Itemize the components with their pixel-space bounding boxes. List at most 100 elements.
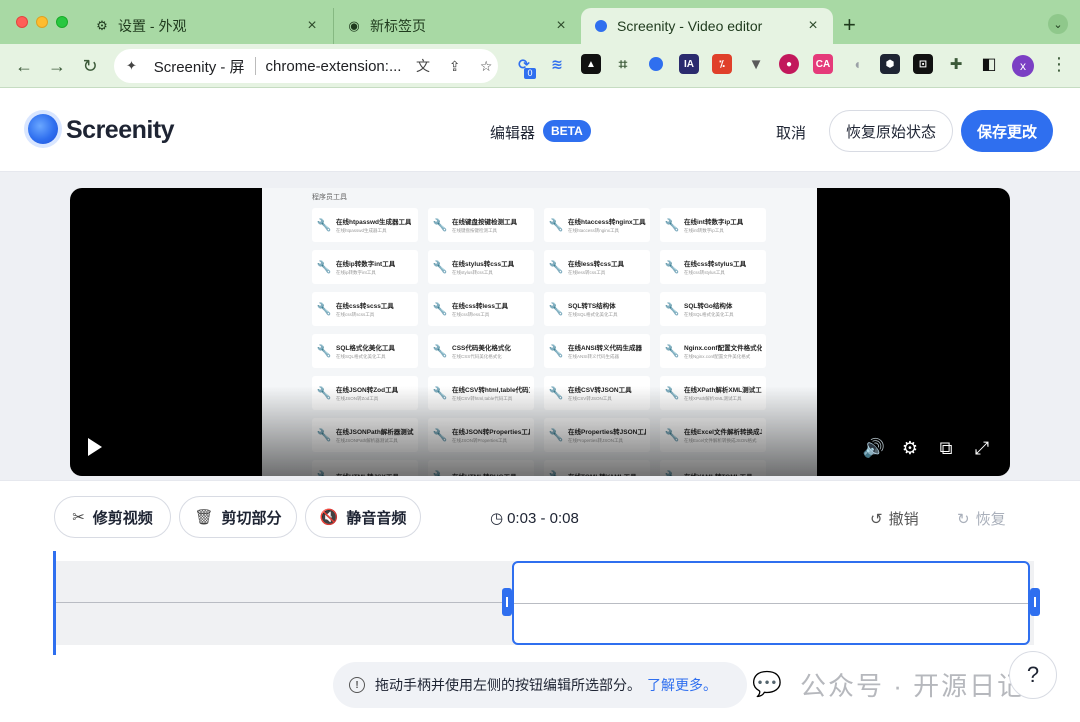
tool-card-subtitle: 在线htpasswd生成器工具 [336,228,387,233]
tool-card-text: SQL转Go结构体 在线SQL格式化美化工具 [684,300,734,318]
video-frame-tool-card: 🔧 在线键盘按键检测工具 在线键盘按键检测工具 [428,208,534,242]
video-player[interactable]: 程序员工具 🔧 在线htpasswd生成器工具 在线htpasswd生成器工具 🔧 在线… [70,188,1010,476]
video-frame-tool-card: 🔧 SQL格式化美化工具 在线SQL格式化美化工具 [312,334,418,368]
save-changes-button[interactable]: 保存更改 [961,110,1053,152]
extension-puzzle-icon[interactable]: ✚ [946,54,966,74]
wrench-icon: 🔧 [664,260,680,274]
learn-more-link[interactable]: 了解更多。 [647,675,717,695]
tool-card-title: Nginx.conf配置文件格式化 [684,345,762,352]
undo-button[interactable]: ↺ 撤销 [870,508,919,529]
bookmark-star-icon[interactable]: ☆ [474,58,498,75]
video-frame-tool-card: 🔧 Nginx.conf配置文件格式化 在线Nginx.conf配置文件美化格式 [660,334,766,368]
selection-start-handle[interactable] [502,588,512,616]
tab-close-icon[interactable]: × [304,17,320,35]
video-frame-tool-card: 🔧 SQL转Go结构体 在线SQL格式化美化工具 [660,292,766,326]
extension-hex-icon[interactable]: ⬢ [880,54,900,74]
tool-card-title: SQL格式化美化工具 [336,345,395,352]
wrench-icon: 🔧 [316,218,332,232]
timeline-selection[interactable] [512,561,1030,645]
extension-ca-icon[interactable]: CA [813,54,833,74]
forward-button[interactable]: → [45,54,69,78]
wrench-icon: 🔧 [432,344,448,358]
tool-card-text: 在线css转stylus工具 在线css转stylus工具 [684,258,746,276]
tab-search-button[interactable]: ⌄ [1048,14,1068,34]
tab-settings[interactable]: ⚙ 设置 - 外观 × [82,8,332,44]
new-tab-button[interactable]: + [843,12,856,38]
wechat-icon: 💬 [752,671,784,698]
window-zoom-button[interactable] [56,16,68,28]
wrench-icon: 🔧 [316,302,332,316]
chevron-down-icon: ⌄ [1053,18,1063,31]
help-button[interactable]: ? [1009,651,1057,699]
translate-icon[interactable]: 文 [411,56,435,76]
tool-card-subtitle: 在线ip转数字int工具 [336,270,376,275]
wrench-icon: 🔧 [432,302,448,316]
redo-button[interactable]: ↻ 恢复 [957,508,1006,529]
tool-card-subtitle: 在线stylus转css工具 [452,270,493,275]
extension-a-icon[interactable]: ▲ [581,54,601,74]
address-bar[interactable]: ✦ Screenity - 屏 chrome-extension:... 文 ⇪… [114,49,498,83]
video-frame-tool-card: 🔧 在线stylus转css工具 在线stylus转css工具 [428,250,534,284]
extension-color-icon[interactable]: ● [779,54,799,74]
trash-icon: 🗑 [194,509,214,526]
selection-end-handle[interactable] [1030,588,1040,616]
tool-card-subtitle: 在线SQL格式化美化工具 [568,312,618,317]
tool-card-text: 在线htaccess转nginx工具 在线htaccess转nginx工具 [568,216,646,234]
back-button[interactable]: ← [12,54,36,78]
extension-mouse-icon[interactable]: ◖ [847,54,867,74]
extension-sidebar-icon[interactable]: ◧ [979,54,999,74]
restore-original-button[interactable]: 恢复原始状态 [829,110,953,152]
extension-square-icon[interactable]: ⊡ [913,54,933,74]
extension-layers-icon[interactable]: ≋ [547,54,567,74]
watermark-text: 公众号 · 开源日记 [800,671,1026,701]
window-close-button[interactable] [16,16,28,28]
wrench-icon: 🔧 [664,302,680,316]
video-frame-tool-card: 🔧 在线ANSI转义代码生成器 在线ANSI转义代码生成器 [544,334,650,368]
cancel-button[interactable]: 取消 [776,122,806,143]
extension-screenity-icon[interactable] [646,54,666,74]
video-frame-heading: 程序员工具 [312,194,347,201]
wrench-icon: 🔧 [664,218,680,232]
tab-close-icon[interactable]: × [805,17,821,35]
tab-title: 新标签页 [370,18,426,34]
timeline-playhead[interactable] [53,551,56,655]
trim-video-button[interactable]: ✂ 修剪视频 [54,496,171,538]
tab-new-tab[interactable]: ◉ 新标签页 × [333,8,581,44]
cut-section-button[interactable]: 🗑 剪切部分 [179,496,297,538]
fullscreen-icon[interactable]: ⤢ [970,436,994,460]
address-bar-page-title: Screenity - 屏 [153,58,245,76]
wrench-icon: 🔧 [316,260,332,274]
video-frame-tool-card: 🔧 在线htpasswd生成器工具 在线htpasswd生成器工具 [312,208,418,242]
browser-menu-icon[interactable]: ⋮ [1050,54,1068,75]
help-hint: ! 拖动手柄并使用左侧的按钮编辑所选部分。 了解更多。 [333,662,747,708]
reload-button[interactable]: ↻ [78,54,102,78]
window-minimize-button[interactable] [36,16,48,28]
redo-label: 恢复 [975,511,1006,528]
wrench-icon: 🔧 [548,302,564,316]
tool-card-subtitle: 在线htaccess转nginx工具 [568,228,620,233]
watermark: 💬 公众号 · 开源日记 [752,666,1025,703]
profile-avatar[interactable]: x [1012,55,1034,77]
mute-audio-label: 静音音频 [346,509,407,527]
popout-icon[interactable]: ⧉ [934,436,958,460]
volume-icon[interactable]: 🔊 [862,436,886,460]
time-range-value: 0:03 - 0:08 [507,509,579,527]
tool-card-subtitle: 在线Nginx.conf配置文件美化格式 [684,354,751,359]
mute-audio-button[interactable]: 🔇 静音音频 [305,496,421,538]
extension-ia-icon[interactable]: IA [679,54,699,74]
tab-video-editor[interactable]: Screenity - Video editor × [581,8,833,44]
extension-translate-icon[interactable]: ⁒ [712,54,732,74]
settings-gear-icon[interactable]: ⚙ [898,436,922,460]
trim-video-label: 修剪视频 [92,509,153,527]
tool-card-text: Nginx.conf配置文件格式化 在线Nginx.conf配置文件美化格式 [684,342,762,360]
tool-card-subtitle: 在线less转css工具 [568,270,606,275]
tab-close-icon[interactable]: × [553,17,569,35]
wrench-icon: 🔧 [548,260,564,274]
share-icon[interactable]: ⇪ [443,58,467,75]
redo-icon: ↻ [957,510,970,528]
play-button[interactable] [88,438,102,456]
undo-icon: ↺ [870,510,883,528]
app-header: Screenity 编辑器 BETA 取消 恢复原始状态 保存更改 [0,88,1080,172]
extension-vue-icon[interactable]: ▼ [746,54,766,74]
extension-crop-icon[interactable]: ⌗ [613,54,633,74]
